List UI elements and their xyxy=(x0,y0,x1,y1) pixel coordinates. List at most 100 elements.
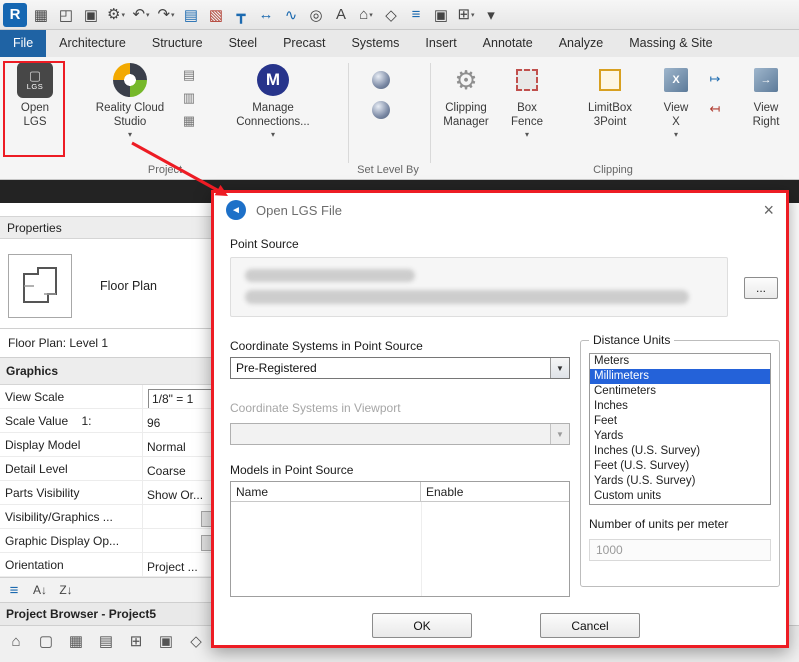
tab-steel[interactable]: Steel xyxy=(216,30,271,57)
import-icon[interactable]: ▥ xyxy=(180,90,198,106)
view-cube-icon[interactable]: ◇ xyxy=(380,3,402,27)
view-x-button[interactable]: X View X ▾ xyxy=(654,61,698,139)
tab-massing-site[interactable]: Massing & Site xyxy=(616,30,725,57)
print-icon[interactable]: ▤ xyxy=(180,3,202,27)
type-selector[interactable]: Floor Plan xyxy=(0,243,229,329)
text-icon[interactable]: A xyxy=(330,3,352,27)
zoom-region-icon[interactable]: ◎ xyxy=(305,3,327,27)
properties-filter-icon[interactable]: ≡ xyxy=(4,580,24,600)
chevron-down-icon: ▾ xyxy=(369,11,373,19)
instance-label[interactable]: Floor Plan: Level 1 xyxy=(0,329,229,358)
param-row: Graphic Display Op... xyxy=(0,529,229,553)
undo-icon[interactable]: ↶▾ xyxy=(130,3,152,27)
list-item-meters[interactable]: Meters xyxy=(590,354,770,369)
customize-qat-icon[interactable]: ▾ xyxy=(480,3,502,27)
home-glyph: ⌂ xyxy=(359,7,368,23)
copy-monitor-icon[interactable]: ▣ xyxy=(430,3,452,27)
box-fence-button[interactable]: Box Fence ▾ xyxy=(504,61,550,139)
panel-separator xyxy=(430,63,431,163)
list-item-feet[interactable]: Feet xyxy=(590,414,770,429)
redacted-text-line xyxy=(245,290,689,304)
sync-icon[interactable]: ▦ xyxy=(180,113,198,129)
browse-button[interactable]: ... xyxy=(744,277,778,299)
column-header-name[interactable]: Name xyxy=(231,482,421,501)
tab-precast[interactable]: Precast xyxy=(270,30,338,57)
settings-gear-icon[interactable]: ⚙▾ xyxy=(105,3,127,27)
schedule-icon[interactable]: ▤ xyxy=(95,630,117,652)
open-file-icon[interactable]: ◰ xyxy=(55,3,77,27)
tab-systems[interactable]: Systems xyxy=(338,30,412,57)
redo-icon[interactable]: ↷▾ xyxy=(155,3,177,27)
view-right-button[interactable]: → View Right xyxy=(740,61,792,129)
transfer-standards-icon[interactable]: ▧ xyxy=(205,3,227,27)
view-x-label-1: View xyxy=(664,102,689,115)
reality-cloud-pinwheel-icon xyxy=(113,63,147,97)
list-item-millimeters-selected[interactable]: Millimeters xyxy=(590,369,770,384)
reality-cloud-label-1: Reality Cloud xyxy=(96,102,164,115)
list-item-yards-us[interactable]: Yards (U.S. Survey) xyxy=(590,474,770,489)
clipping-manager-button[interactable]: ⚙ Clipping Manager xyxy=(436,61,496,129)
filter-icon[interactable]: ◇ xyxy=(185,630,207,652)
list-item-centimeters[interactable]: Centimeters xyxy=(590,384,770,399)
ribbon-tabbar: File Architecture Structure Steel Precas… xyxy=(0,30,799,57)
ok-button[interactable]: OK xyxy=(372,613,472,638)
grid-icon[interactable]: ▦ xyxy=(65,630,87,652)
open-lgs-label-1: Open xyxy=(21,102,49,115)
sheet-icon[interactable]: ⊞ xyxy=(125,630,147,652)
sort-ascending-icon[interactable]: A↓ xyxy=(30,580,50,600)
set-level-sphere-icon-2[interactable] xyxy=(372,101,390,119)
graphics-section-header[interactable]: Graphics xyxy=(0,358,229,385)
column-divider xyxy=(421,502,422,596)
project-browser-header[interactable]: Project Browser - Project5 xyxy=(0,602,229,625)
list-item-custom-units[interactable]: Custom units xyxy=(590,489,770,504)
param-label: Graphic Display Op... xyxy=(0,529,142,552)
list-item-yards[interactable]: Yards xyxy=(590,429,770,444)
align-view-icon[interactable]: ↦ xyxy=(706,71,724,87)
dialog-titlebar[interactable]: ◄ Open LGS File × xyxy=(214,193,786,227)
home-view-icon[interactable]: ⌂ xyxy=(5,630,27,652)
default-3d-view-icon[interactable]: ⌂▾ xyxy=(355,3,377,27)
measure-icon[interactable]: ┳ xyxy=(230,3,252,27)
clipping-panel-label: Clipping xyxy=(557,164,669,176)
thin-lines-icon[interactable]: ≡ xyxy=(405,3,427,27)
list-item-inches[interactable]: Inches xyxy=(590,399,770,414)
list-item-feet-us[interactable]: Feet (U.S. Survey) xyxy=(590,459,770,474)
revit-window: R ▦ ◰ ▣ ⚙▾ ↶▾ ↷▾ ▤ ▧ ┳ ↔ ∿ ◎ A ⌂▾ ◇ ≡ ▣ … xyxy=(0,0,799,662)
revit-logo[interactable]: R xyxy=(3,3,27,27)
tab-structure[interactable]: Structure xyxy=(139,30,216,57)
set-level-by-panel-label: Set Level By xyxy=(340,164,436,176)
distance-units-listbox[interactable]: Meters Millimeters Centimeters Inches Fe… xyxy=(589,353,771,505)
switch-windows-icon[interactable]: ⊞▾ xyxy=(455,3,477,27)
cancel-button[interactable]: Cancel xyxy=(540,613,640,638)
publish-icon[interactable]: ▤ xyxy=(180,67,198,83)
tab-file[interactable]: File xyxy=(0,30,46,57)
list-item-inches-us[interactable]: Inches (U.S. Survey) xyxy=(590,444,770,459)
tab-insert[interactable]: Insert xyxy=(412,30,469,57)
tab-architecture[interactable]: Architecture xyxy=(46,30,139,57)
tab-annotate[interactable]: Annotate xyxy=(470,30,546,57)
point-source-field[interactable] xyxy=(230,257,728,317)
tab-analyze[interactable]: Analyze xyxy=(546,30,616,57)
lgs-icon: ▢LGS xyxy=(17,62,53,98)
chevron-down-icon[interactable]: ▼ xyxy=(550,358,569,378)
back-icon[interactable]: ◄ xyxy=(226,200,246,220)
coord-system-select[interactable]: Pre-Registered ▼ xyxy=(230,357,570,379)
models-table[interactable]: Name Enable xyxy=(230,481,570,597)
worksharing-monitor-icon[interactable]: ▦ xyxy=(30,3,52,27)
box-fence-label-2: Fence xyxy=(511,116,543,129)
selection-box-icon[interactable]: ▢ xyxy=(35,630,57,652)
set-level-sphere-icon-1[interactable] xyxy=(372,71,390,89)
sort-descending-icon[interactable]: Z↓ xyxy=(56,580,76,600)
limitbox-label-2: 3Point xyxy=(594,116,627,129)
manage-connections-button[interactable]: M Manage Connections... ▾ xyxy=(228,61,318,139)
column-header-enable[interactable]: Enable xyxy=(421,482,569,501)
save-state-icon[interactable]: ▣ xyxy=(155,630,177,652)
reset-view-icon[interactable]: ↤ xyxy=(706,101,724,117)
aligned-dimension-icon[interactable]: ↔ xyxy=(255,3,277,27)
spline-icon[interactable]: ∿ xyxy=(280,3,302,27)
open-lgs-button[interactable]: ▢LGS Open LGS xyxy=(7,61,63,129)
reality-cloud-studio-button[interactable]: Reality Cloud Studio ▾ xyxy=(90,61,170,139)
limitbox-3point-button[interactable]: LimitBox 3Point xyxy=(578,61,642,129)
save-icon[interactable]: ▣ xyxy=(80,3,102,27)
close-icon[interactable]: × xyxy=(763,201,774,219)
